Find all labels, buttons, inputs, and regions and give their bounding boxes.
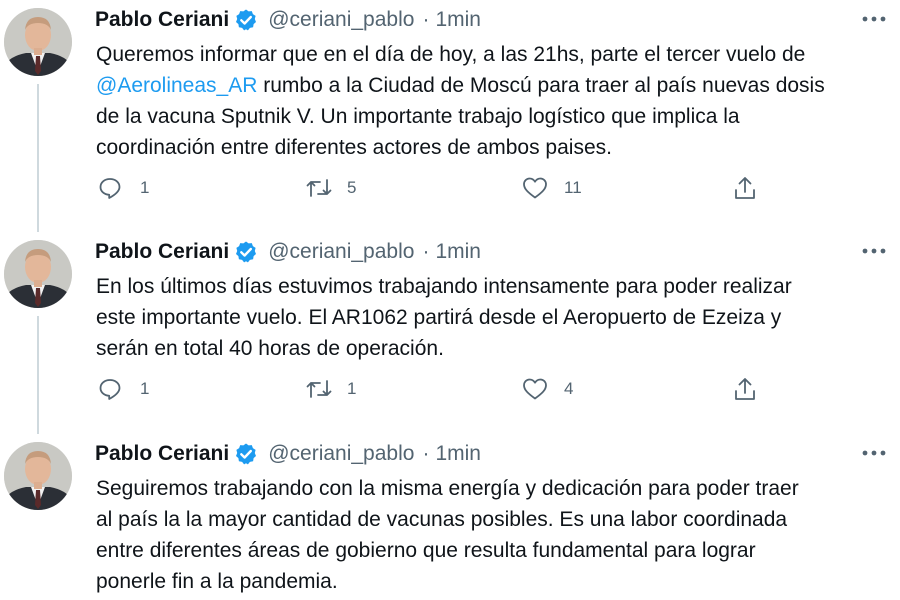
retweet-count: 1: [347, 379, 357, 398]
tweet-actions: 1 5 11: [0, 173, 900, 203]
more-options-icon[interactable]: [860, 442, 888, 464]
tweet-text: Queremos informar que en el día de hoy, …: [96, 39, 896, 163]
tweet[interactable]: Pablo Ceriani @ceriani_pablo · 1min Quer…: [0, 0, 900, 232]
author-name[interactable]: Pablo Ceriani: [95, 240, 229, 264]
tweet[interactable]: Pablo Ceriani @ceriani_pablo · 1min Segu…: [0, 434, 900, 600]
retweet-icon: [305, 176, 333, 200]
retweet-icon: [305, 377, 333, 401]
timestamp[interactable]: 1min: [435, 8, 481, 32]
separator-dot: ·: [422, 442, 430, 465]
reply-count: 1: [140, 379, 150, 398]
avatar[interactable]: [4, 442, 72, 510]
reply-icon: [98, 176, 122, 200]
verified-badge-icon: [234, 8, 258, 32]
share-icon: [733, 376, 757, 402]
like-button[interactable]: 4: [522, 374, 573, 404]
tweet-text-segment: Queremos informar que en el día de hoy, …: [96, 43, 806, 66]
tweet-header: Pablo Ceriani @ceriani_pablo · 1min: [95, 5, 481, 35]
reply-button[interactable]: 1: [98, 173, 149, 203]
share-icon: [733, 175, 757, 201]
tweet-header: Pablo Ceriani @ceriani_pablo · 1min: [95, 237, 481, 267]
avatar[interactable]: [4, 8, 72, 76]
tweet-text: En los últimos días estuvimos trabajando…: [96, 275, 792, 360]
like-count: 11: [564, 178, 582, 197]
timestamp[interactable]: 1min: [435, 240, 481, 264]
tweet[interactable]: Pablo Ceriani @ceriani_pablo · 1min En l…: [0, 232, 900, 434]
like-button[interactable]: 11: [522, 173, 582, 203]
like-icon: [522, 176, 548, 200]
tweet-header: Pablo Ceriani @ceriani_pablo · 1min: [95, 439, 481, 469]
retweet-button[interactable]: 5: [305, 173, 356, 203]
share-button[interactable]: [733, 173, 757, 203]
separator-dot: ·: [422, 8, 430, 31]
retweet-count: 5: [347, 178, 357, 197]
author-handle[interactable]: @ceriani_pablo: [268, 442, 414, 466]
author-name[interactable]: Pablo Ceriani: [95, 442, 229, 466]
like-count: 4: [564, 379, 574, 398]
share-button[interactable]: [733, 374, 757, 404]
author-name[interactable]: Pablo Ceriani: [95, 8, 229, 32]
tweet-text: Seguiremos trabajando con la misma energ…: [96, 477, 799, 593]
author-handle[interactable]: @ceriani_pablo: [268, 8, 414, 32]
author-handle[interactable]: @ceriani_pablo: [268, 240, 414, 264]
verified-badge-icon: [234, 442, 258, 466]
separator-dot: ·: [422, 240, 430, 263]
more-options-icon[interactable]: [860, 8, 888, 30]
verified-badge-icon: [234, 240, 258, 264]
like-icon: [522, 377, 548, 401]
reply-button[interactable]: 1: [98, 374, 149, 404]
avatar[interactable]: [4, 240, 72, 308]
tweet-actions: 1 1 4: [0, 374, 900, 404]
reply-icon: [98, 377, 122, 401]
mention-link[interactable]: @Aerolineas_AR: [96, 74, 257, 97]
more-options-icon[interactable]: [860, 240, 888, 262]
retweet-button[interactable]: 1: [305, 374, 356, 404]
reply-count: 1: [140, 178, 150, 197]
timestamp[interactable]: 1min: [435, 442, 481, 466]
